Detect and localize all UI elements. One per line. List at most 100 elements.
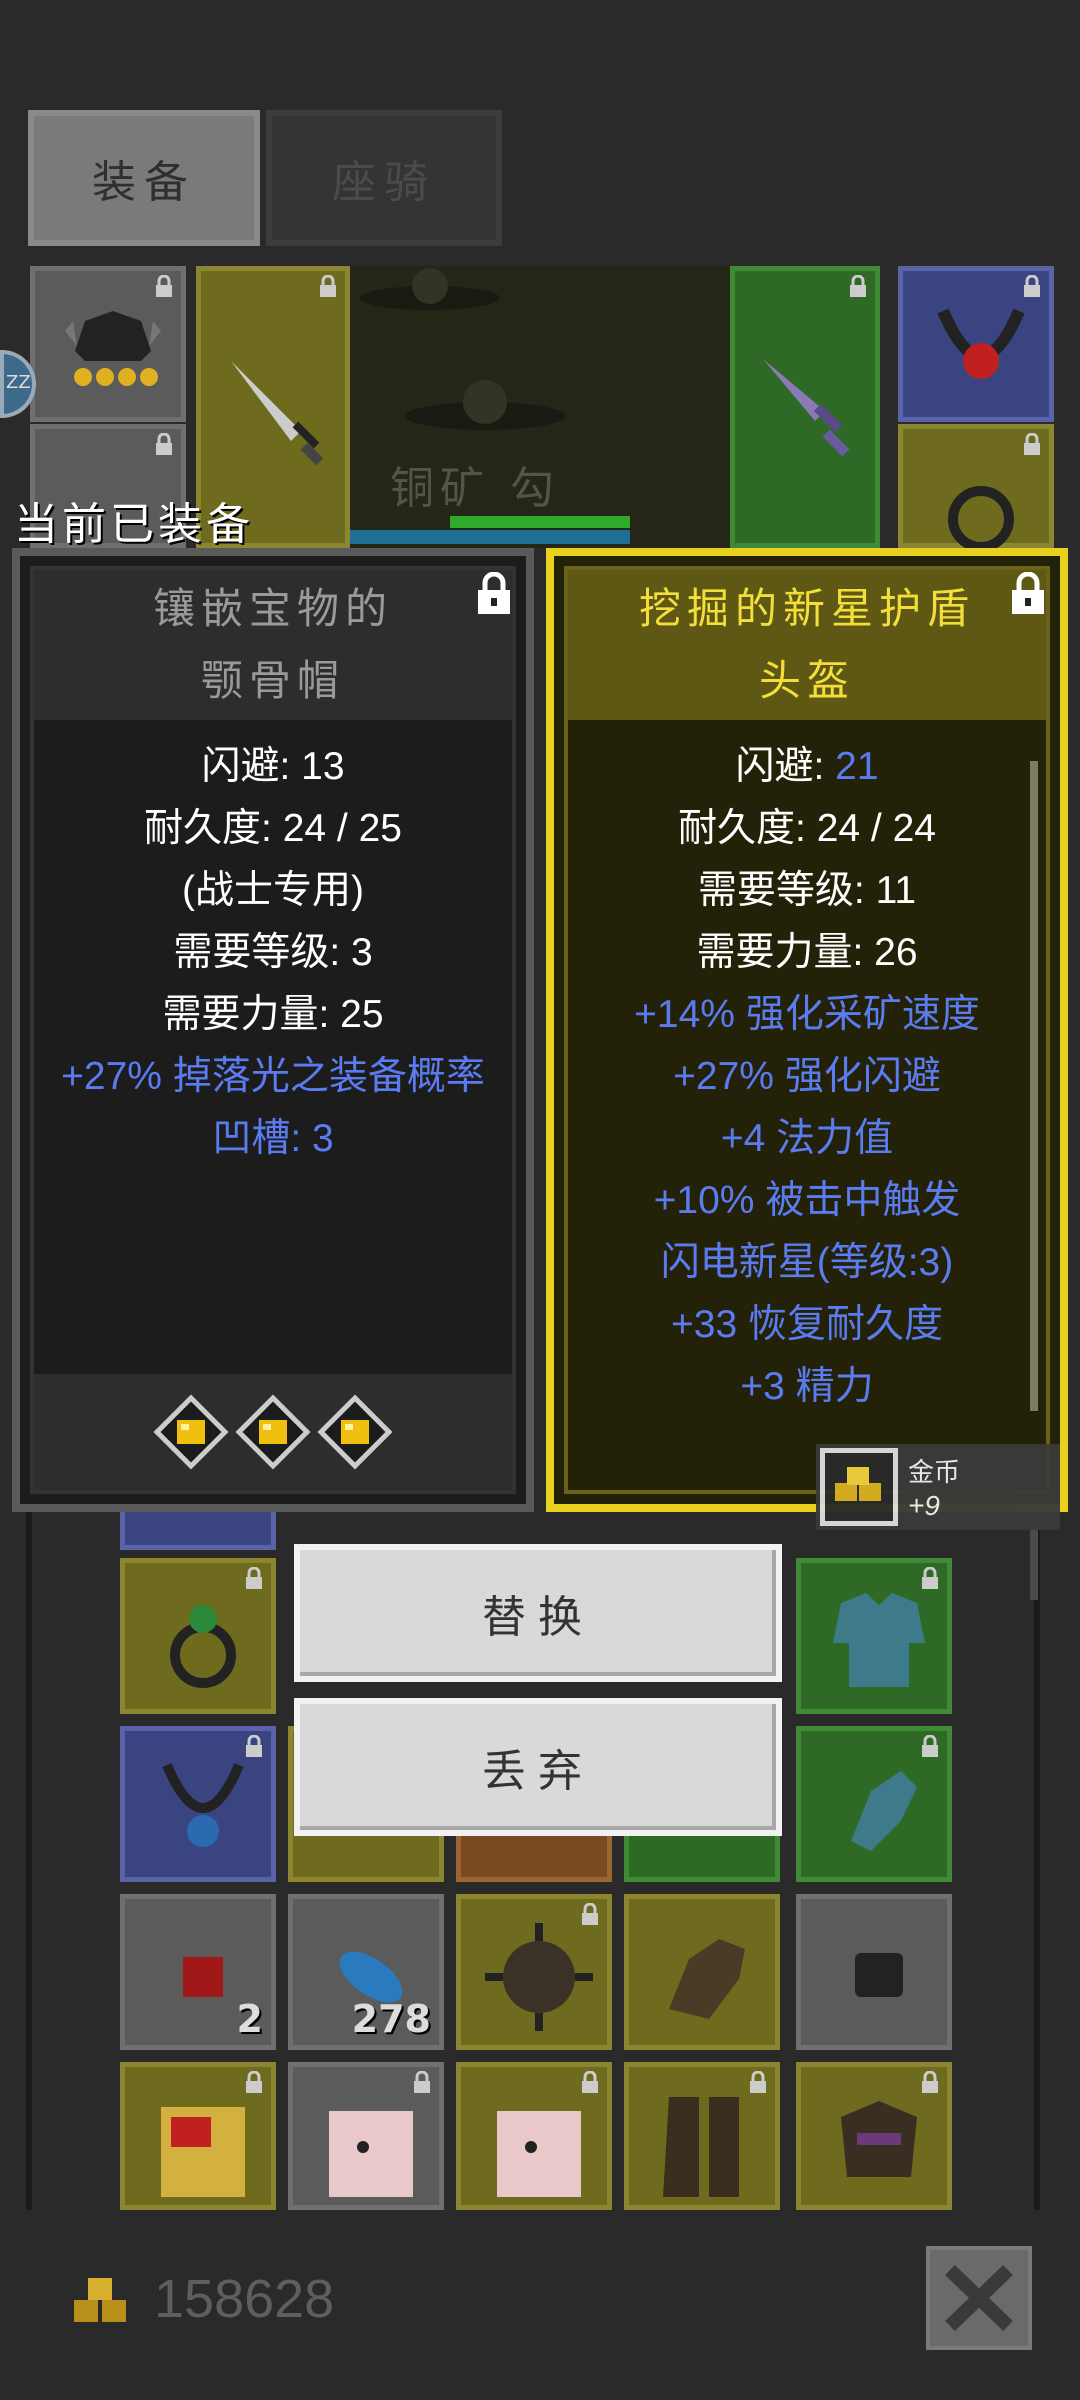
gold-coins-icon: [835, 1467, 881, 1501]
slot-amulet[interactable]: [898, 266, 1054, 422]
sword-icon: [231, 361, 324, 466]
lock-icon: [246, 2071, 262, 2093]
inventory-slot-necklace[interactable]: [120, 1726, 276, 1882]
slot-helmet[interactable]: [30, 266, 186, 422]
stat-line: 闪电新星(等级:3): [660, 1241, 954, 1284]
close-icon: [945, 2264, 1013, 2332]
lock-icon: [1024, 433, 1040, 455]
equipped-label: 当前已装备: [14, 499, 254, 550]
title-line-2: 头盔: [758, 656, 855, 705]
stat-line: +33 恢复耐久度: [671, 1303, 943, 1346]
stat-line: +3 精力: [740, 1365, 874, 1408]
item-count: 2: [236, 1997, 263, 2041]
lock-icon: [922, 1567, 938, 1589]
lock-icon[interactable]: [474, 572, 514, 616]
inventory-frame-right: [1034, 1500, 1040, 2210]
lock-icon: [750, 2071, 766, 2093]
lock-icon: [582, 2071, 598, 2093]
battle-scene: 铜矿 勾: [350, 266, 730, 548]
title-line-1: 镶嵌宝物的: [152, 584, 393, 633]
inventory-slot-scroll[interactable]: [456, 2062, 612, 2210]
stone-icon: [855, 1953, 903, 1997]
lock-icon[interactable]: [1008, 572, 1048, 616]
health-bar: [450, 516, 630, 528]
inventory-slot-chestplate[interactable]: [796, 1558, 952, 1714]
compared-item-stats: 闪避: 21 耐久度: 24 / 24 需要等级: 11 需要力量: 26 +1…: [568, 736, 1046, 1418]
lock-icon: [922, 2071, 938, 2093]
stat-line: 需要力量: 25: [162, 993, 384, 1036]
inventory-slot-gloves[interactable]: [624, 1894, 780, 2050]
title-line-2: 颚骨帽: [200, 656, 345, 705]
lock-icon: [850, 275, 866, 297]
gold-coin-box: [820, 1448, 898, 1526]
equipped-item-stats: 闪避: 13 耐久度: 24 / 25 (战士专用) 需要等级: 3 需要力量:…: [34, 736, 512, 1170]
lock-icon: [246, 1735, 262, 1757]
currency-reward-popup: 金币 +9: [816, 1444, 1060, 1530]
gold-coins-icon: [74, 2278, 126, 2322]
amulet-icon: [937, 308, 1025, 379]
spellbook-icon: [161, 2107, 245, 2197]
lock-icon: [1024, 275, 1040, 297]
inventory-slot-spiked-shield[interactable]: [456, 1894, 612, 2050]
lock-icon: [156, 433, 172, 455]
gold-total: 158628: [154, 2269, 335, 2329]
tab-equipment[interactable]: 装备: [28, 110, 260, 246]
compared-item-card: 挖掘的新星护盾 头盔 闪避: 21 耐久度: 24 / 24 需要等级: 11 …: [546, 548, 1068, 1512]
mana-bar: [350, 530, 630, 544]
slot-ring[interactable]: [898, 424, 1054, 552]
inventory-slot-red-gem[interactable]: 2: [120, 1894, 276, 2050]
avatar-badge: ZZ: [6, 372, 31, 393]
stat-label: 闪避:: [735, 745, 836, 788]
stat-line: (战士专用): [182, 869, 364, 912]
stats-scrollbar[interactable]: [1030, 761, 1038, 1411]
title-line-1: 挖掘的新星护盾: [638, 584, 975, 633]
stat-line: 需要力量: 26: [696, 931, 918, 974]
enemy-name: 铜矿 勾: [390, 463, 560, 514]
slot-offhand[interactable]: [730, 266, 880, 548]
inventory-slot-gauntlet[interactable]: [796, 1726, 952, 1882]
chest-armor-icon: [833, 1593, 925, 1687]
stat-line: 耐久度: 24 / 24: [678, 807, 936, 850]
rabbit-scroll-icon: [497, 2111, 581, 2197]
skull-helmet-icon: [65, 311, 161, 386]
spiked-shield-icon: [485, 1923, 593, 2031]
lock-icon: [414, 2071, 430, 2093]
socket-bar: [34, 1374, 512, 1490]
stat-line: +14% 强化采矿速度: [634, 993, 980, 1036]
close-button[interactable]: [926, 2246, 1032, 2350]
inventory-slot-mask[interactable]: [796, 2062, 952, 2210]
tab-mount[interactable]: 座骑: [266, 110, 502, 246]
lock-icon: [320, 275, 336, 297]
glove-icon: [669, 1939, 745, 2019]
mask-helmet-icon: [841, 2101, 917, 2177]
stat-line: 需要等级: 3: [173, 931, 373, 974]
inventory-slot-green-ring[interactable]: [120, 1558, 276, 1714]
discard-button[interactable]: 丢弃: [294, 1698, 782, 1836]
equipped-item-card: 镶嵌宝物的 颚骨帽 闪避: 13 耐久度: 24 / 25 (战士专用) 需要等…: [12, 548, 534, 1512]
topaz-gem-icon: [153, 1394, 229, 1470]
stat-line: 闪避: 21: [735, 736, 878, 798]
inventory-slot-stone[interactable]: [796, 1894, 952, 2050]
inventory-slot-feather[interactable]: 278: [288, 1894, 444, 2050]
stat-line: +10% 被击中触发: [653, 1179, 961, 1222]
inventory-slot-boots[interactable]: [624, 2062, 780, 2210]
inventory-slot-book[interactable]: [120, 2062, 276, 2210]
lock-icon: [922, 1735, 938, 1757]
dagger-icon: [763, 359, 850, 457]
topaz-gem-icon: [317, 1394, 393, 1470]
topaz-gem-icon: [235, 1394, 311, 1470]
currency-amount: +9: [908, 1490, 940, 1521]
necklace-icon: [162, 1763, 244, 1847]
boots-icon: [663, 2097, 739, 2197]
stat-value: 21: [835, 745, 879, 788]
item-count: 278: [351, 1997, 431, 2041]
inventory-slot-scroll[interactable]: [288, 2062, 444, 2210]
stat-line: +4 法力值: [720, 1117, 894, 1160]
stat-line: +27% 掉落光之装备概率: [61, 1055, 485, 1098]
stat-line: 耐久度: 24 / 25: [144, 807, 402, 850]
skull-enemy-icon: [360, 268, 565, 430]
stat-line: 凹槽: 3: [212, 1117, 334, 1160]
stat-line: 闪避: 13: [201, 745, 345, 788]
replace-button[interactable]: 替换: [294, 1544, 782, 1682]
rabbit-scroll-icon: [329, 2111, 413, 2197]
